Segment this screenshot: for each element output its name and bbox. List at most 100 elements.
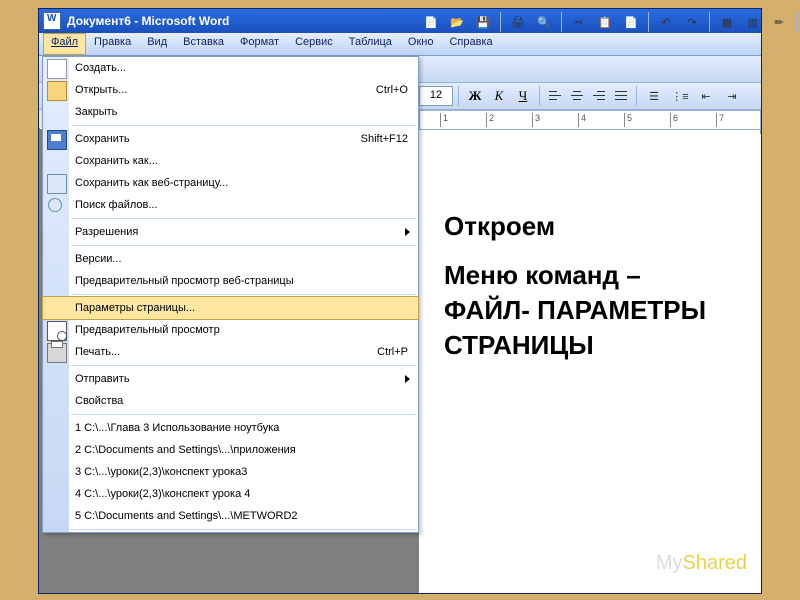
search-icon xyxy=(48,198,62,212)
columns-icon[interactable]: ▥ xyxy=(741,11,765,33)
menu-item[interactable]: Свойства xyxy=(43,390,418,412)
menu-item[interactable]: Поиск файлов... xyxy=(43,194,418,216)
menu-item-label: Сохранить xyxy=(75,133,361,145)
menu-item-label: Сохранить как веб-страницу... xyxy=(75,177,408,189)
submenu-arrow-icon xyxy=(405,228,410,236)
ruler-number: 3 xyxy=(535,113,540,123)
print-icon[interactable]: 🖨 xyxy=(506,11,530,33)
bulleted-list-icon[interactable]: ⋮≡ xyxy=(668,85,692,107)
menu-item[interactable]: Разрешения xyxy=(43,221,418,243)
menu-view[interactable]: Вид xyxy=(139,33,175,55)
ruler-number: 6 xyxy=(673,113,678,123)
menu-table[interactable]: Таблица xyxy=(341,33,400,55)
cut-icon[interactable]: ✂ xyxy=(567,11,591,33)
caption-line1: Откроем xyxy=(444,209,731,244)
saveweb-icon xyxy=(47,174,67,194)
menu-help[interactable]: Справка xyxy=(441,33,500,55)
menu-tools[interactable]: Сервис xyxy=(287,33,341,55)
font-size-combo[interactable]: 12 xyxy=(419,86,453,106)
menu-item-label: Создать... xyxy=(75,62,408,74)
menu-item[interactable]: Создать... xyxy=(43,57,418,79)
menu-item[interactable]: Версии... xyxy=(43,248,418,270)
menu-item-label: Закрыть xyxy=(75,106,408,118)
menu-separator xyxy=(71,529,416,530)
menu-item-label: Параметры страницы... xyxy=(75,302,408,314)
redo-icon[interactable]: ↷ xyxy=(680,11,704,33)
menu-separator xyxy=(71,414,416,415)
menu-bar[interactable]: Файл Правка Вид Вставка Формат Сервис Та… xyxy=(39,33,761,56)
paste-icon[interactable]: 📄 xyxy=(619,11,643,33)
menu-item[interactable]: СохранитьShift+F12 xyxy=(43,128,418,150)
drawing-icon[interactable]: ✏ xyxy=(767,11,791,33)
copy-icon[interactable]: 📋 xyxy=(593,11,617,33)
decrease-indent-icon[interactable]: ⇤ xyxy=(694,85,718,107)
bold-button[interactable]: Ж xyxy=(464,86,486,106)
preview-icon xyxy=(47,321,67,341)
menu-insert[interactable]: Вставка xyxy=(175,33,232,55)
word-icon xyxy=(43,12,61,30)
menu-item[interactable]: Предварительный просмотр веб-страницы xyxy=(43,270,418,292)
menu-item[interactable]: 5 C:\Documents and Settings\...\METWORD2 xyxy=(43,505,418,527)
ruler-number: 2 xyxy=(489,113,494,123)
ruler-number: 7 xyxy=(719,113,724,123)
toolbar-btn[interactable]: 📂 xyxy=(445,11,469,33)
menu-separator xyxy=(71,218,416,219)
align-right-icon[interactable] xyxy=(589,86,609,106)
menu-item[interactable]: Сохранить как... xyxy=(43,150,418,172)
menu-item[interactable]: Открыть...Ctrl+O xyxy=(43,79,418,101)
menu-item[interactable]: Сохранить как веб-страницу... xyxy=(43,172,418,194)
menu-item[interactable]: Закрыть xyxy=(43,101,418,123)
menu-item-label: Печать... xyxy=(75,346,377,358)
menu-item[interactable]: 4 C:\...\уроки(2,3)\конспект урока 4 xyxy=(43,483,418,505)
toolbar-btn[interactable]: 📄 xyxy=(419,11,443,33)
menu-shortcut: Ctrl+O xyxy=(376,84,408,96)
horizontal-ruler[interactable]: 1234567 xyxy=(419,110,761,130)
menu-file[interactable]: Файл xyxy=(43,33,86,55)
window-title: Документ6 - Microsoft Word xyxy=(67,14,229,28)
menu-item-label: 5 C:\Documents and Settings\...\METWORD2 xyxy=(75,510,408,522)
menu-item-label: Разрешения xyxy=(75,226,408,238)
tables-icon[interactable]: ▦ xyxy=(715,11,739,33)
menu-separator xyxy=(71,125,416,126)
watermark: MyShared xyxy=(656,552,747,575)
menu-edit[interactable]: Правка xyxy=(86,33,139,55)
print-icon xyxy=(47,343,67,363)
menu-item-label: Предварительный просмотр xyxy=(75,324,408,336)
ruler-number: 4 xyxy=(581,113,586,123)
menu-item[interactable]: 3 C:\...\уроки(2,3)\конспект урока3 xyxy=(43,461,418,483)
menu-format[interactable]: Формат xyxy=(232,33,287,55)
numbered-list-icon[interactable]: ☰ xyxy=(642,85,666,107)
toolbar-separator xyxy=(648,12,649,32)
underline-button[interactable]: Ч xyxy=(512,86,534,106)
menu-item[interactable]: Параметры страницы... xyxy=(42,296,419,320)
align-justify-icon[interactable] xyxy=(611,86,631,106)
slide-caption: Откроем Меню команд – ФАЙЛ- ПАРАМЕТРЫ СТ… xyxy=(444,209,731,363)
word-window: Документ6 - Microsoft Word Файл Правка В… xyxy=(38,8,762,594)
menu-item[interactable]: Отправить xyxy=(43,368,418,390)
menu-item-label: Открыть... xyxy=(75,84,376,96)
submenu-arrow-icon xyxy=(405,375,410,383)
increase-indent-icon[interactable]: ⇥ xyxy=(720,85,744,107)
menu-item[interactable]: Печать...Ctrl+P xyxy=(43,341,418,363)
align-left-icon[interactable] xyxy=(545,86,565,106)
ruler-number: 5 xyxy=(627,113,632,123)
undo-icon[interactable]: ↶ xyxy=(654,11,678,33)
toolbar-btn[interactable]: 💾 xyxy=(471,11,495,33)
toolbar-separator xyxy=(709,12,710,32)
menu-item[interactable]: Предварительный просмотр xyxy=(43,319,418,341)
caption-line2: Меню команд – ФАЙЛ- ПАРАМЕТРЫ СТРАНИЦЫ xyxy=(444,258,731,363)
align-center-icon[interactable] xyxy=(567,86,587,106)
italic-button[interactable]: К xyxy=(488,86,510,106)
toolbar-separator xyxy=(561,12,562,32)
toolbar-separator xyxy=(636,86,637,106)
menu-item[interactable]: 2 C:\Documents and Settings\...\приложен… xyxy=(43,439,418,461)
save-icon xyxy=(47,130,67,150)
menu-item-label: Поиск файлов... xyxy=(75,199,408,211)
file-menu-dropdown: Создать... Открыть...Ctrl+O Закрыть Сохрани… xyxy=(42,56,419,533)
menu-window[interactable]: Окно xyxy=(400,33,442,55)
menu-item[interactable]: 1 C:\...\Глава 3 Использование ноутбука xyxy=(43,417,418,439)
preview-icon[interactable]: 🔍 xyxy=(532,11,556,33)
menu-item-label: 1 C:\...\Глава 3 Использование ноутбука xyxy=(75,422,408,434)
toolbar-separator xyxy=(796,12,797,32)
document-page[interactable] xyxy=(419,134,761,593)
